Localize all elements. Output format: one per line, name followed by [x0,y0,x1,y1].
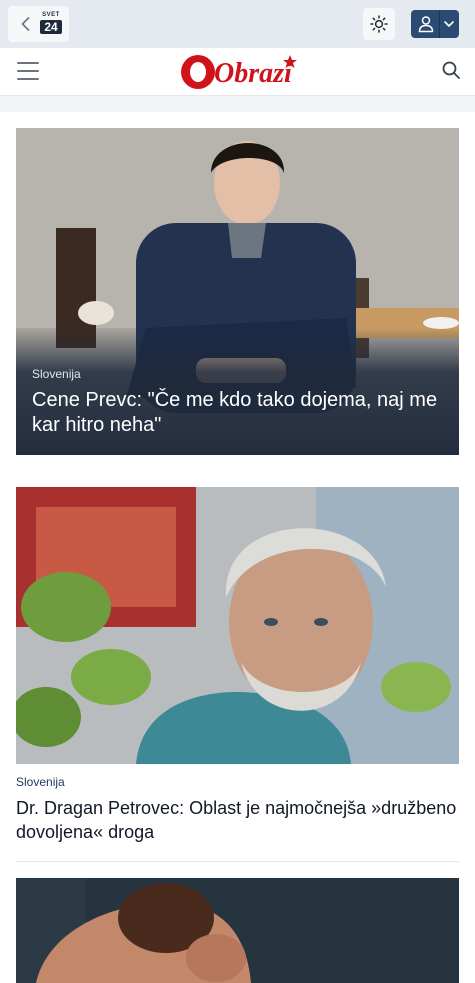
article-category[interactable]: Slovenija [32,367,81,381]
menu-button[interactable] [17,62,39,82]
article-photo[interactable] [16,878,459,983]
svet24-logo: SVET 24 [40,12,62,36]
header-spacer [0,96,475,112]
top-utility-bar: SVET 24 [0,0,475,48]
search-icon[interactable] [441,60,461,80]
article-title[interactable]: Dr. Dragan Petrovec: Oblast je najmočnej… [16,796,459,844]
user-button-divider [439,10,440,38]
article-category[interactable]: Slovenija [16,775,65,789]
sun-icon [370,15,388,33]
svet24-logo-number: 24 [40,20,62,34]
back-to-svet24-button[interactable]: SVET 24 [8,6,69,42]
site-header: Obrazi [0,48,475,96]
article-divider [16,861,459,862]
user-account-button[interactable] [411,10,459,38]
chevron-left-icon [21,17,30,31]
hamburger-icon-line [17,70,39,72]
logo-text: Obrazi [214,58,292,89]
hamburger-icon-line [17,78,39,80]
chevron-down-icon[interactable] [443,19,455,29]
obrazi-logo[interactable]: Obrazi [178,52,298,92]
hamburger-icon [17,62,39,64]
article-photo[interactable] [16,487,459,764]
user-icon [418,16,434,33]
theme-toggle-button[interactable] [363,8,395,40]
svet24-logo-top: SVET [42,12,60,18]
article-title[interactable]: Cene Prevc: "Če me kdo tako dojema, naj … [32,388,447,438]
featured-article-card[interactable]: Slovenija Cene Prevc: "Če me kdo tako do… [16,128,459,455]
